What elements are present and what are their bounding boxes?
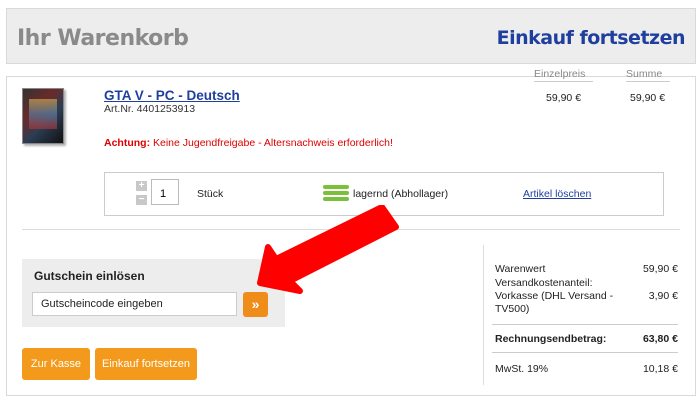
coupon-title: Gutschein einlösen [34,269,145,283]
warning-label: Achtung: [104,137,151,149]
shipping-label-line1: Versandkostenanteil: [495,277,593,289]
annotation-arrow-icon [257,205,399,294]
delete-item-link[interactable]: Artikel löschen [523,188,591,200]
goods-value-label: Warenwert [495,263,546,275]
column-header-unit-price: Einzelpreis [534,68,594,82]
unit-price: 59,90 € [546,92,582,104]
article-number: Art.Nr. 4401253913 [104,103,196,115]
quantity-unit: Stück [197,188,224,200]
cart-header: Ihr Warenkorb Einkauf fortsetzen [6,8,696,64]
coupon-code-input[interactable] [32,292,237,316]
double-chevron-right-icon: » [251,296,260,312]
age-warning: Achtung: Keine Jugendfreigabe - Altersna… [104,137,393,149]
line-total: 59,90 € [630,92,666,104]
shipping-label-line3: TV500) [495,303,530,315]
total-value: 63,80 € [642,333,678,345]
product-name-link[interactable]: GTA V - PC - Deutsch [104,88,240,103]
checkout-button[interactable]: Zur Kasse [22,348,90,380]
coupon-submit-button[interactable]: » [243,292,268,317]
total-label: Rechnungsendbetrag: [495,333,607,345]
summary-line [492,352,678,353]
warning-text: Keine Jugendfreigabe - Altersnachweis er… [150,137,393,149]
product-image[interactable] [22,88,64,144]
stock-status-icon [323,185,349,203]
continue-shopping-link-top[interactable]: Einkauf fortsetzen [497,27,686,49]
summary-line [492,324,678,325]
quantity-decrease-button[interactable]: − [136,195,147,205]
page-title: Ihr Warenkorb [17,26,189,51]
quantity-input[interactable] [151,179,179,205]
column-header-total: Summe [626,68,671,82]
summary-divider [483,245,484,385]
quantity-increase-button[interactable]: + [136,181,147,191]
continue-shopping-button[interactable]: Einkauf fortsetzen [95,348,197,380]
goods-value: 59,90 € [642,263,678,275]
shipping-label-line2: Vorkasse (DHL Versand - [495,290,614,302]
stock-status: lagernd (Abhollager) [353,188,449,200]
coupon-panel: Gutschein einlösen » [22,259,285,327]
shipping-value: 3,90 € [648,290,678,302]
vat-value: 10,18 € [642,363,678,375]
vat-label: MwSt. 19% [495,363,549,375]
